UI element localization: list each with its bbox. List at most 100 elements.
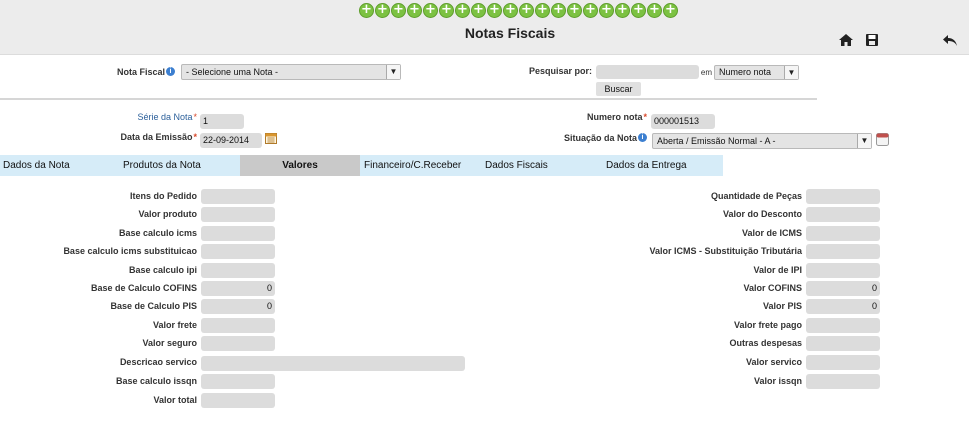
descricao-servico-field[interactable] [201, 356, 465, 371]
base-calculo-pis-field[interactable]: 0 [201, 299, 275, 314]
situacao-select[interactable]: Aberta / Emissão Normal - A - ▼ [652, 133, 872, 149]
info-icon[interactable]: i [166, 67, 175, 76]
tab-financeiro[interactable]: Financeiro/C.Receber [364, 155, 461, 176]
tab-dados-da-entrega[interactable]: Dados da Entrega [606, 155, 687, 176]
required-star: * [643, 112, 647, 122]
plus-icon[interactable]: + [599, 3, 614, 18]
plus-icon[interactable]: + [647, 3, 662, 18]
back-icon[interactable] [942, 32, 958, 48]
data-emissao-field[interactable]: 22-09-2014 [200, 133, 262, 148]
plus-icon[interactable]: + [439, 3, 454, 18]
valor-desconto-field[interactable] [806, 207, 880, 222]
quick-add-buttons: + + + + + + + + + + + + + + + + + + + + [359, 3, 678, 19]
base-calculo-cofins-field[interactable]: 0 [201, 281, 275, 296]
tab-dados-fiscais[interactable]: Dados Fiscais [485, 155, 548, 176]
tab-bar: Dados da Nota Produtos da Nota Valores F… [0, 155, 723, 176]
chevron-down-icon: ▼ [857, 134, 871, 148]
header-bar: + + + + + + + + + + + + + + + + + + + + Notas Fiscais [0, 0, 969, 55]
valor-servico-field[interactable] [806, 355, 880, 370]
valor-ipi-field[interactable] [806, 263, 880, 278]
field-label: Valor de IPI [753, 265, 802, 275]
field-label: Base de Calculo COFINS [90, 283, 197, 293]
plus-icon[interactable]: + [487, 3, 502, 18]
page-title: Notas Fiscais [464, 25, 556, 41]
base-calculo-icms-subst-field[interactable] [201, 244, 275, 259]
tab-produtos-da-nota[interactable]: Produtos da Nota [123, 155, 201, 176]
serie-label: Série da Nota* [137, 112, 197, 122]
field-label: Valor total [153, 395, 197, 405]
plus-icon[interactable]: + [471, 3, 486, 18]
plus-icon[interactable]: + [455, 3, 470, 18]
plus-icon[interactable]: + [583, 3, 598, 18]
valor-frete-field[interactable] [201, 318, 275, 333]
valor-frete-pago-field[interactable] [806, 318, 880, 333]
field-label: Valor frete pago [733, 320, 802, 330]
field-label: Valor COFINS [743, 283, 802, 293]
plus-icon[interactable]: + [551, 3, 566, 18]
field-label: Valor seguro [142, 338, 197, 348]
nota-fiscal-label: Nota Fiscal i [90, 67, 175, 77]
search-input[interactable] [596, 65, 699, 79]
plus-icon[interactable]: + [631, 3, 646, 18]
save-icon[interactable] [864, 32, 880, 48]
field-label: Valor frete [152, 320, 197, 330]
data-emissao-label: Data da Emissão* [120, 132, 197, 142]
base-calculo-ipi-field[interactable] [201, 263, 275, 278]
plus-icon[interactable]: + [423, 3, 438, 18]
numero-nota-field[interactable]: 000001513 [651, 114, 715, 129]
field-label: Itens do Pedido [129, 191, 197, 201]
valor-produto-field[interactable] [201, 207, 275, 222]
situacao-label: Situação da Nota i [540, 133, 647, 143]
field-label: Base de Calculo PIS [110, 301, 197, 311]
plus-icon[interactable]: + [567, 3, 582, 18]
base-calculo-icms-field[interactable] [201, 226, 275, 241]
plus-icon[interactable]: + [535, 3, 550, 18]
chevron-down-icon: ▼ [784, 66, 798, 79]
field-label: Valor servico [745, 357, 802, 367]
chevron-down-icon: ▼ [386, 65, 400, 79]
field-label: Valor de ICMS [741, 228, 802, 238]
pesquisar-label: Pesquisar por: [528, 66, 592, 76]
valor-total-field[interactable] [201, 393, 275, 408]
info-icon[interactable]: i [638, 133, 647, 142]
plus-icon[interactable]: + [663, 3, 678, 18]
base-calculo-issqn-field[interactable] [201, 374, 275, 389]
plus-icon[interactable]: + [407, 3, 422, 18]
field-label: Outras despesas [729, 338, 802, 348]
valor-icms-st-field[interactable] [806, 244, 880, 259]
valor-pis-field[interactable]: 0 [806, 299, 880, 314]
valor-cofins-field[interactable]: 0 [806, 281, 880, 296]
plus-icon[interactable]: + [519, 3, 534, 18]
plus-icon[interactable]: + [375, 3, 390, 18]
field-label: Valor issqn [753, 376, 802, 386]
outras-despesas-field[interactable] [806, 336, 880, 351]
quantidade-pecas-field[interactable] [806, 189, 880, 204]
numero-nota-label: Numero nota* [586, 112, 647, 122]
field-label: Base calculo icms [118, 228, 197, 238]
home-icon[interactable] [838, 32, 854, 48]
field-label: Valor do Desconto [722, 209, 802, 219]
calendar-icon[interactable] [876, 133, 889, 146]
field-label: Descricao servico [119, 357, 197, 367]
calendar-icon[interactable] [265, 132, 277, 144]
valor-issqn-field[interactable] [806, 374, 880, 389]
buscar-button[interactable]: Buscar [596, 82, 641, 96]
valor-icms-field[interactable] [806, 226, 880, 241]
nota-select[interactable]: - Selecione uma Nota - ▼ [181, 64, 401, 80]
required-star: * [193, 112, 197, 122]
field-label: Valor ICMS - Substituição Tributária [649, 246, 802, 256]
itens-pedido-field[interactable] [201, 189, 275, 204]
plus-icon[interactable]: + [359, 3, 374, 18]
plus-icon[interactable]: + [503, 3, 518, 18]
search-field-select[interactable]: Numero nota ▼ [714, 65, 799, 80]
field-label: Valor produto [138, 209, 198, 219]
serie-field[interactable]: 1 [200, 114, 244, 129]
plus-icon[interactable]: + [615, 3, 630, 18]
tab-dados-da-nota[interactable]: Dados da Nota [3, 155, 70, 176]
tab-valores[interactable]: Valores [240, 155, 360, 176]
field-label: Base calculo icms substituicao [63, 246, 197, 256]
required-star: * [193, 132, 197, 142]
valor-seguro-field[interactable] [201, 336, 275, 351]
plus-icon[interactable]: + [391, 3, 406, 18]
em-label: em [700, 68, 712, 77]
